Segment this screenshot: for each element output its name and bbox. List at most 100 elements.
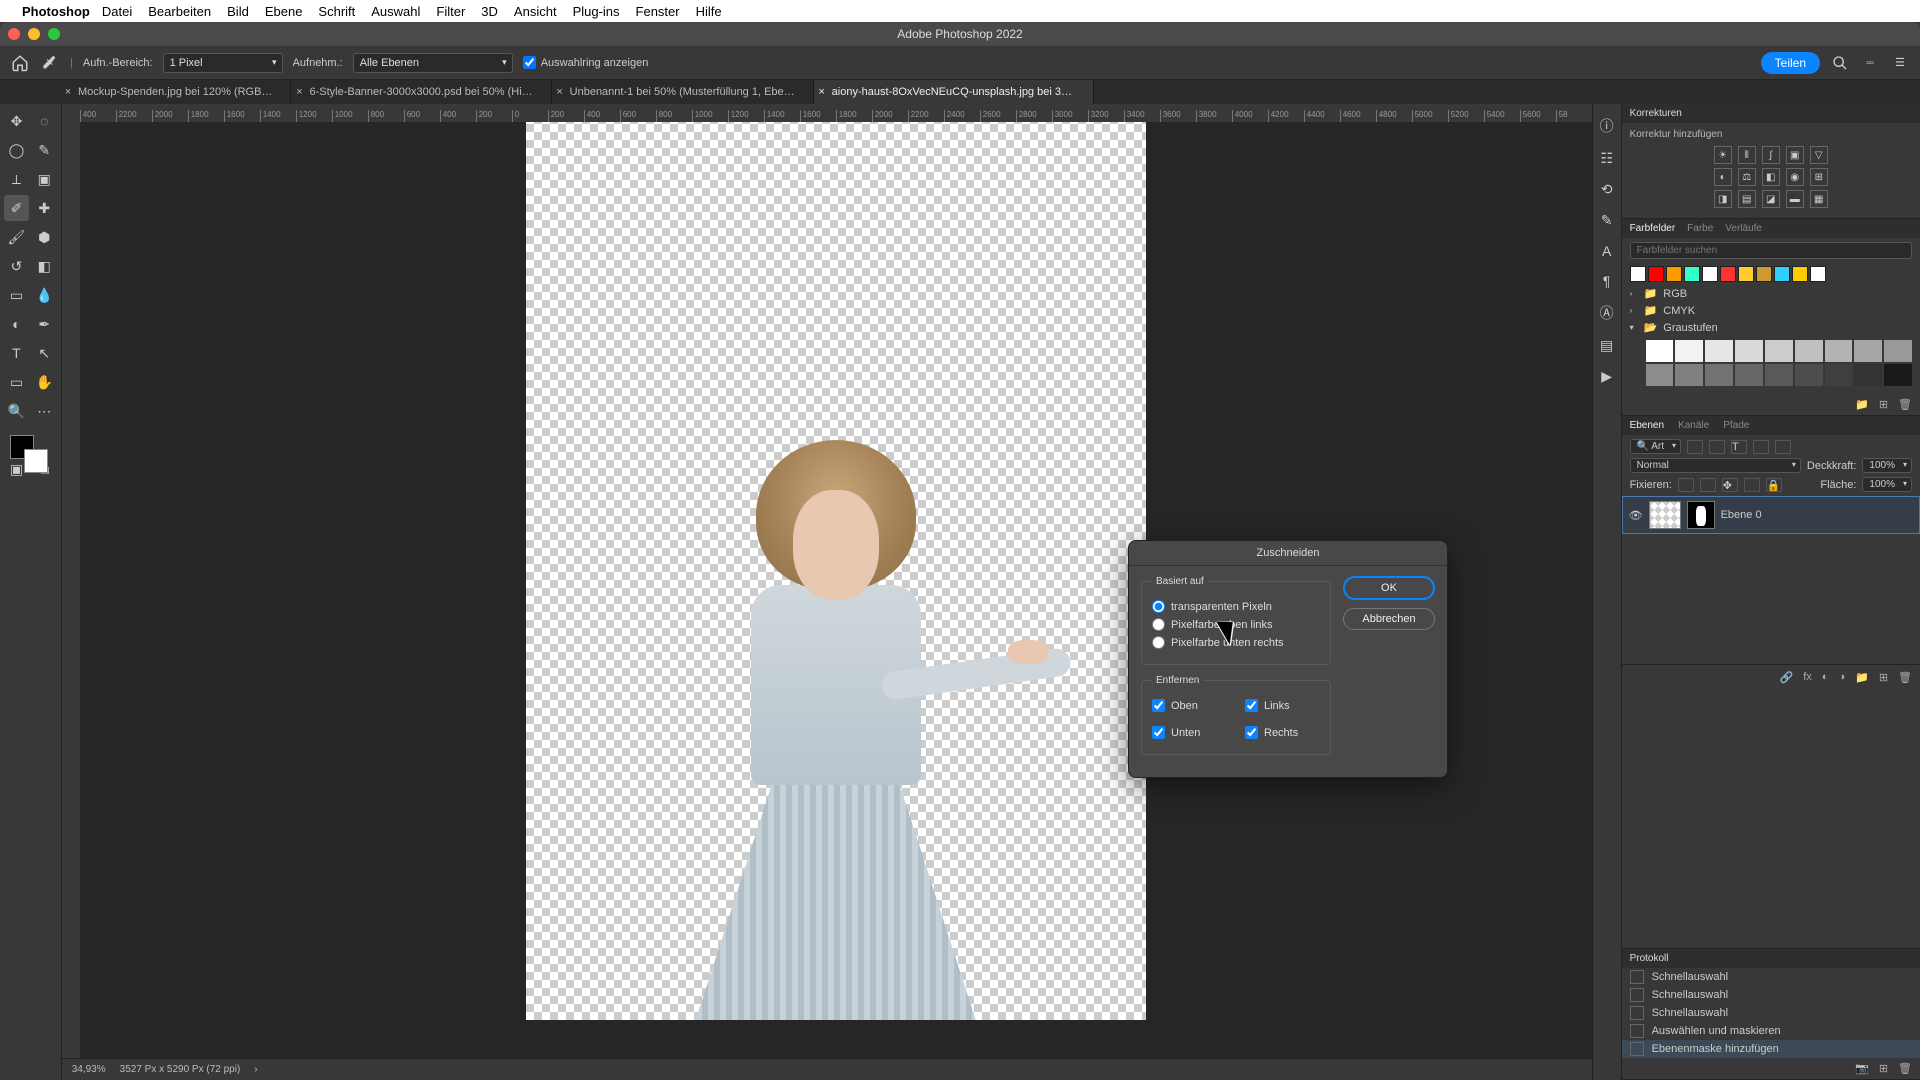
hand-tool[interactable]: ✋ xyxy=(32,369,57,395)
group-icon[interactable]: 📁 xyxy=(1855,671,1869,684)
check-bottom[interactable]: Unten xyxy=(1152,726,1227,739)
eraser-tool[interactable]: ◧ xyxy=(32,253,57,279)
chevron-right-icon[interactable]: › xyxy=(254,1064,257,1075)
gray-swatch[interactable] xyxy=(1884,364,1912,386)
corrections-title[interactable]: Korrekturen xyxy=(1622,104,1920,123)
tab-swatches[interactable]: Farbfelder xyxy=(1630,223,1676,234)
menu-window[interactable]: Fenster xyxy=(636,4,680,19)
blend-mode-select[interactable]: Normal xyxy=(1630,458,1801,473)
crop-tool[interactable]: ⟂ xyxy=(4,166,29,192)
close-icon[interactable]: × xyxy=(293,86,305,98)
lock-artboard-icon[interactable] xyxy=(1744,478,1760,492)
tab-layers[interactable]: Ebenen xyxy=(1630,420,1664,431)
history-title[interactable]: Protokoll xyxy=(1622,949,1920,968)
fx-icon[interactable]: fx xyxy=(1803,671,1812,684)
zoom-level[interactable]: 34,93% xyxy=(72,1064,106,1075)
search-icon[interactable] xyxy=(1830,53,1850,73)
eyedropper-tool[interactable]: ✐ xyxy=(4,195,29,221)
lasso-tool[interactable]: ◯ xyxy=(4,137,29,163)
background-color[interactable] xyxy=(24,449,48,473)
menu-file[interactable]: Datei xyxy=(102,4,132,19)
dodge-tool[interactable]: ◐ xyxy=(4,311,29,337)
posterize-icon[interactable]: ▤ xyxy=(1738,190,1756,208)
play-icon[interactable]: ▶ xyxy=(1601,368,1612,385)
swatch-search-input[interactable] xyxy=(1630,242,1912,259)
character-panel-icon[interactable]: A xyxy=(1602,243,1611,259)
mask-icon[interactable]: ◐ xyxy=(1822,671,1829,684)
menu-view[interactable]: Ansicht xyxy=(514,4,557,19)
lock-transparency-icon[interactable] xyxy=(1678,478,1694,492)
gray-swatch[interactable] xyxy=(1675,340,1703,362)
doc-tab-3[interactable]: ×Unbenannt-1 bei 50% (Musterfüllung 1, E… xyxy=(552,80,814,104)
doc-tab-1[interactable]: ×Mockup-Spenden.jpg bei 120% (RGB… xyxy=(60,80,291,104)
adjustment-layer-icon[interactable]: ◑ xyxy=(1838,671,1845,684)
new-layer-icon[interactable]: ⊞ xyxy=(1879,671,1888,684)
history-brush-tool[interactable]: ↺ xyxy=(4,253,29,279)
visibility-icon[interactable]: 👁 xyxy=(1629,509,1643,522)
layer-mask-thumbnail[interactable] xyxy=(1687,501,1715,529)
swatch[interactable] xyxy=(1792,266,1808,282)
link-icon[interactable]: 🔗 xyxy=(1780,671,1794,684)
eyedropper-tool-icon[interactable] xyxy=(40,53,60,73)
vibrance-icon[interactable]: ▽ xyxy=(1810,146,1828,164)
foreground-background-swatch[interactable] xyxy=(4,433,57,481)
gray-swatch[interactable] xyxy=(1705,364,1733,386)
share-button[interactable]: Teilen xyxy=(1761,52,1820,74)
pen-tool[interactable]: ✒ xyxy=(32,311,57,337)
brush-tool[interactable]: 🖌 xyxy=(4,224,29,250)
new-state-icon[interactable]: ⊞ xyxy=(1879,1062,1888,1075)
doc-info[interactable]: 3527 Px x 5290 Px (72 ppi) xyxy=(120,1064,241,1075)
menu-select[interactable]: Auswahl xyxy=(371,4,420,19)
layer-filter-select[interactable]: 🔍 Art xyxy=(1630,439,1681,454)
zoom-tool[interactable]: 🔍 xyxy=(4,398,29,424)
layers-panel-icon[interactable]: ▤ xyxy=(1600,337,1613,354)
menu-3d[interactable]: 3D xyxy=(481,4,498,19)
tab-channels[interactable]: Kanäle xyxy=(1678,420,1709,431)
history-item[interactable]: Schnellauswahl xyxy=(1622,968,1920,986)
balance-icon[interactable]: ⚖ xyxy=(1738,168,1756,186)
doc-tab-2[interactable]: ×6-Style-Banner-3000x3000.psd bei 50% (H… xyxy=(291,80,551,104)
sample-area-select[interactable]: 1 Pixel xyxy=(163,53,283,73)
more-tools[interactable]: ⋯ xyxy=(32,398,57,424)
brushes-panel-icon[interactable]: ✎ xyxy=(1601,212,1613,229)
sample-layers-select[interactable]: Alle Ebenen xyxy=(353,53,513,73)
brightness-icon[interactable]: ☀ xyxy=(1714,146,1732,164)
tab-paths[interactable]: Pfade xyxy=(1723,420,1749,431)
blur-tool[interactable]: 💧 xyxy=(32,282,57,308)
selective-color-icon[interactable]: ▦ xyxy=(1810,190,1828,208)
lock-position-icon[interactable]: ✥ xyxy=(1722,478,1738,492)
menu-layer[interactable]: Ebene xyxy=(265,4,303,19)
filter-type-icon[interactable]: T xyxy=(1731,440,1747,454)
gray-swatch[interactable] xyxy=(1854,364,1882,386)
filter-pixel-icon[interactable] xyxy=(1687,440,1703,454)
layer-thumbnail[interactable] xyxy=(1649,501,1681,529)
swatch[interactable] xyxy=(1630,266,1646,282)
gradient-tool[interactable]: ▭ xyxy=(4,282,29,308)
check-top[interactable]: Oben xyxy=(1152,699,1227,712)
layer-name[interactable]: Ebene 0 xyxy=(1721,509,1762,521)
quick-select-tool[interactable]: ✎ xyxy=(32,137,57,163)
lock-all-icon[interactable]: 🔒 xyxy=(1766,478,1782,492)
show-ring-input[interactable] xyxy=(523,56,536,69)
frame-tool[interactable]: ▣ xyxy=(32,166,57,192)
filter-smart-icon[interactable] xyxy=(1775,440,1791,454)
exposure-icon[interactable]: ▣ xyxy=(1786,146,1804,164)
cancel-button[interactable]: Abbrechen xyxy=(1343,608,1435,630)
gray-swatch[interactable] xyxy=(1854,340,1882,362)
ok-button[interactable]: OK xyxy=(1343,576,1435,600)
tab-gradients[interactable]: Verläufe xyxy=(1725,223,1762,234)
trash-icon[interactable]: 🗑 xyxy=(1898,398,1912,411)
gray-swatch[interactable] xyxy=(1795,340,1823,362)
menu-filter[interactable]: Filter xyxy=(436,4,465,19)
properties-panel-icon[interactable]: ☷ xyxy=(1600,150,1613,167)
swatch[interactable] xyxy=(1648,266,1664,282)
opacity-value[interactable]: 100% xyxy=(1862,458,1912,473)
gray-swatch[interactable] xyxy=(1735,340,1763,362)
learn-panel-icon[interactable]: ⓘ xyxy=(1600,116,1614,136)
close-icon[interactable]: × xyxy=(554,86,566,98)
doc-tab-4[interactable]: ×aiony-haust-8OxVecNEuCQ-unsplash.jpg be… xyxy=(814,80,1094,104)
curves-icon[interactable]: ∫ xyxy=(1762,146,1780,164)
folder-rgb[interactable]: ›📁 RGB xyxy=(1622,285,1920,302)
gray-swatch[interactable] xyxy=(1646,364,1674,386)
radio-transparent[interactable]: transparenten Pixeln xyxy=(1152,600,1320,613)
